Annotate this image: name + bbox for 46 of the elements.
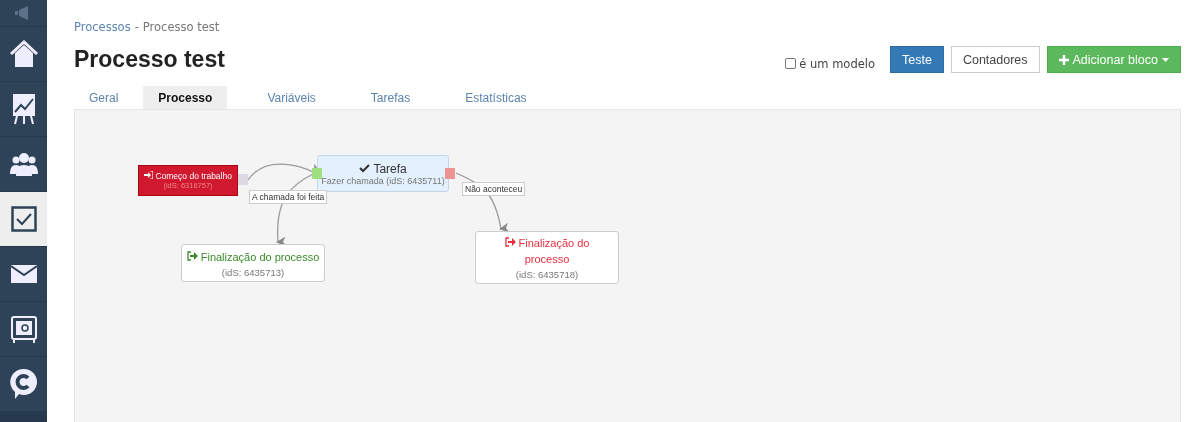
sidebar-item[interactable]	[0, 137, 47, 192]
sidebar-item[interactable]	[0, 247, 47, 302]
connector-label: Não aconteceu	[462, 182, 526, 196]
sidebar-item[interactable]	[0, 27, 47, 82]
breadcrumb-link[interactable]: Processos	[74, 20, 131, 34]
check-icon	[359, 163, 371, 173]
sidebar-item[interactable]	[0, 302, 47, 357]
node-title: Começo do trabalho	[144, 171, 232, 181]
add-block-button[interactable]: Adicionar bloco	[1046, 46, 1181, 73]
test-button[interactable]: Teste	[890, 46, 944, 73]
template-checkbox[interactable]: é um modelo	[785, 56, 875, 71]
checkbox-icon	[10, 206, 37, 232]
chart-board-icon	[11, 93, 36, 125]
sidebar-item[interactable]	[0, 357, 47, 412]
tab[interactable]: Processo	[143, 86, 228, 109]
input-port[interactable]	[312, 168, 322, 179]
task-node[interactable]: Tarefa Fazer chamada (idS: 6435711)	[317, 155, 449, 192]
tab[interactable]: Estatísticas	[450, 86, 542, 109]
sign-out-icon	[504, 237, 516, 247]
end-node[interactable]: Finalização do processo (idS: 6435718)	[475, 231, 619, 284]
sidebar-item[interactable]	[0, 192, 47, 247]
mail-icon	[10, 265, 37, 283]
counters-button[interactable]: Contadores	[950, 46, 1040, 73]
tab[interactable]: Tarefas	[355, 86, 426, 109]
plus-icon	[1058, 54, 1069, 65]
node-title: Finalização do processo	[186, 248, 320, 265]
people-icon	[9, 152, 38, 176]
sign-out-icon	[186, 250, 198, 261]
chat-logo-icon	[9, 368, 38, 400]
home-icon	[8, 40, 39, 68]
sign-in-icon	[144, 171, 154, 179]
page-title: Processo test	[74, 46, 225, 73]
connector-label: A chamada foi feita	[249, 190, 328, 204]
node-title: Tarefa	[359, 161, 407, 176]
safe-icon	[10, 315, 37, 343]
node-title: Finalização do processo	[484, 235, 610, 267]
node-id: (idS: 6435718)	[515, 269, 579, 280]
node-id: (idS: 6435713)	[221, 266, 285, 278]
tab[interactable]: Geral	[74, 86, 134, 109]
sidebar-item[interactable]	[0, 82, 47, 137]
caret-icon	[1162, 57, 1169, 62]
breadcrumb-separator: -	[134, 20, 139, 34]
tab[interactable]: Variáveis	[252, 86, 331, 109]
node-subtitle: Fazer chamada (idS: 6435711)	[321, 175, 445, 186]
breadcrumb-current: Processo test	[142, 20, 220, 34]
end-node[interactable]: Finalização do processo (idS: 6435713)	[181, 244, 325, 282]
